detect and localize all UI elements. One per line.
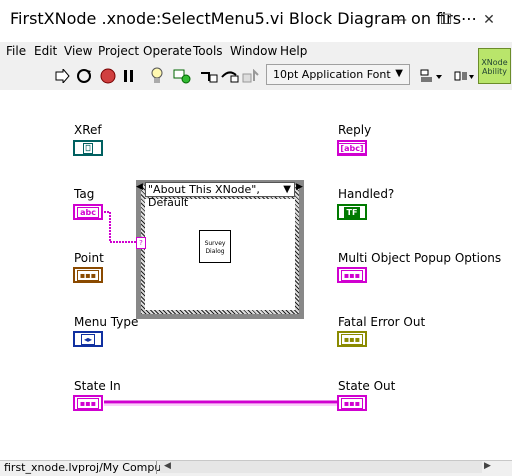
scroll-left-icon[interactable]: ◀ (164, 461, 171, 471)
point-terminal[interactable]: ▪▪▪ (73, 267, 103, 283)
case-selector-tunnel[interactable]: ? (136, 237, 146, 249)
subvi-line1: Survey (204, 240, 226, 247)
tag-label: Tag (74, 187, 95, 201)
project-path: first_xnode.lvproj/My Computer (4, 461, 177, 474)
case-next-arrow[interactable]: ▶ (296, 182, 303, 192)
point-label: Point (74, 251, 104, 265)
string-icon: abc (77, 206, 99, 218)
subvi-line2: Dialog (205, 248, 225, 255)
survey-dialog-subvi[interactable]: Survey Dialog (199, 230, 231, 263)
cluster-icon: ▪▪▪ (76, 269, 100, 281)
popup-options-terminal[interactable]: ▪▪▪ (337, 267, 367, 283)
state-in-label: State In (74, 379, 121, 393)
error-cluster-icon: ▪▪▪ (340, 333, 364, 345)
horizontal-scrollbar[interactable] (160, 461, 482, 473)
handled-label: Handled? (338, 187, 395, 201)
state-in-terminal[interactable]: ▪▪▪ (73, 395, 103, 411)
xref-label: XRef (74, 123, 102, 137)
state-out-label: State Out (338, 379, 396, 393)
tag-terminal[interactable]: abc (73, 204, 103, 220)
case-selector[interactable]: "About This XNode", Default ▼ (145, 182, 295, 209)
popup-options-label: Multi Object Popup Options (338, 251, 502, 265)
menu-type-terminal[interactable]: ◂▸ (73, 331, 103, 347)
case-prev-arrow[interactable]: ◀ (136, 182, 143, 192)
handled-terminal[interactable]: TF (337, 204, 367, 220)
fatal-error-terminal[interactable]: ▪▪▪ (337, 331, 367, 347)
cluster-icon: ▪▪▪ (76, 397, 100, 409)
reply-terminal[interactable]: [abc] (337, 140, 367, 156)
scroll-right-icon[interactable]: ▶ (484, 461, 491, 471)
refnum-icon: ⎕ (82, 142, 94, 154)
status-divider (156, 461, 157, 474)
fatal-error-label: Fatal Error Out (338, 315, 426, 329)
state-out-terminal[interactable]: ▪▪▪ (337, 395, 367, 411)
cluster-icon: ▪▪▪ (340, 269, 364, 281)
tag-wire[interactable] (104, 211, 137, 243)
boolean-icon: TF (343, 206, 361, 218)
chevron-down-icon: ▼ (283, 184, 291, 195)
cluster-icon: ▪▪▪ (340, 397, 364, 409)
reply-label: Reply (338, 123, 372, 137)
enum-icon: ◂▸ (80, 333, 96, 345)
menu-type-label: Menu Type (74, 315, 139, 329)
xref-terminal[interactable]: ⎕ (73, 140, 103, 156)
string-array-icon: [abc] (337, 142, 367, 154)
